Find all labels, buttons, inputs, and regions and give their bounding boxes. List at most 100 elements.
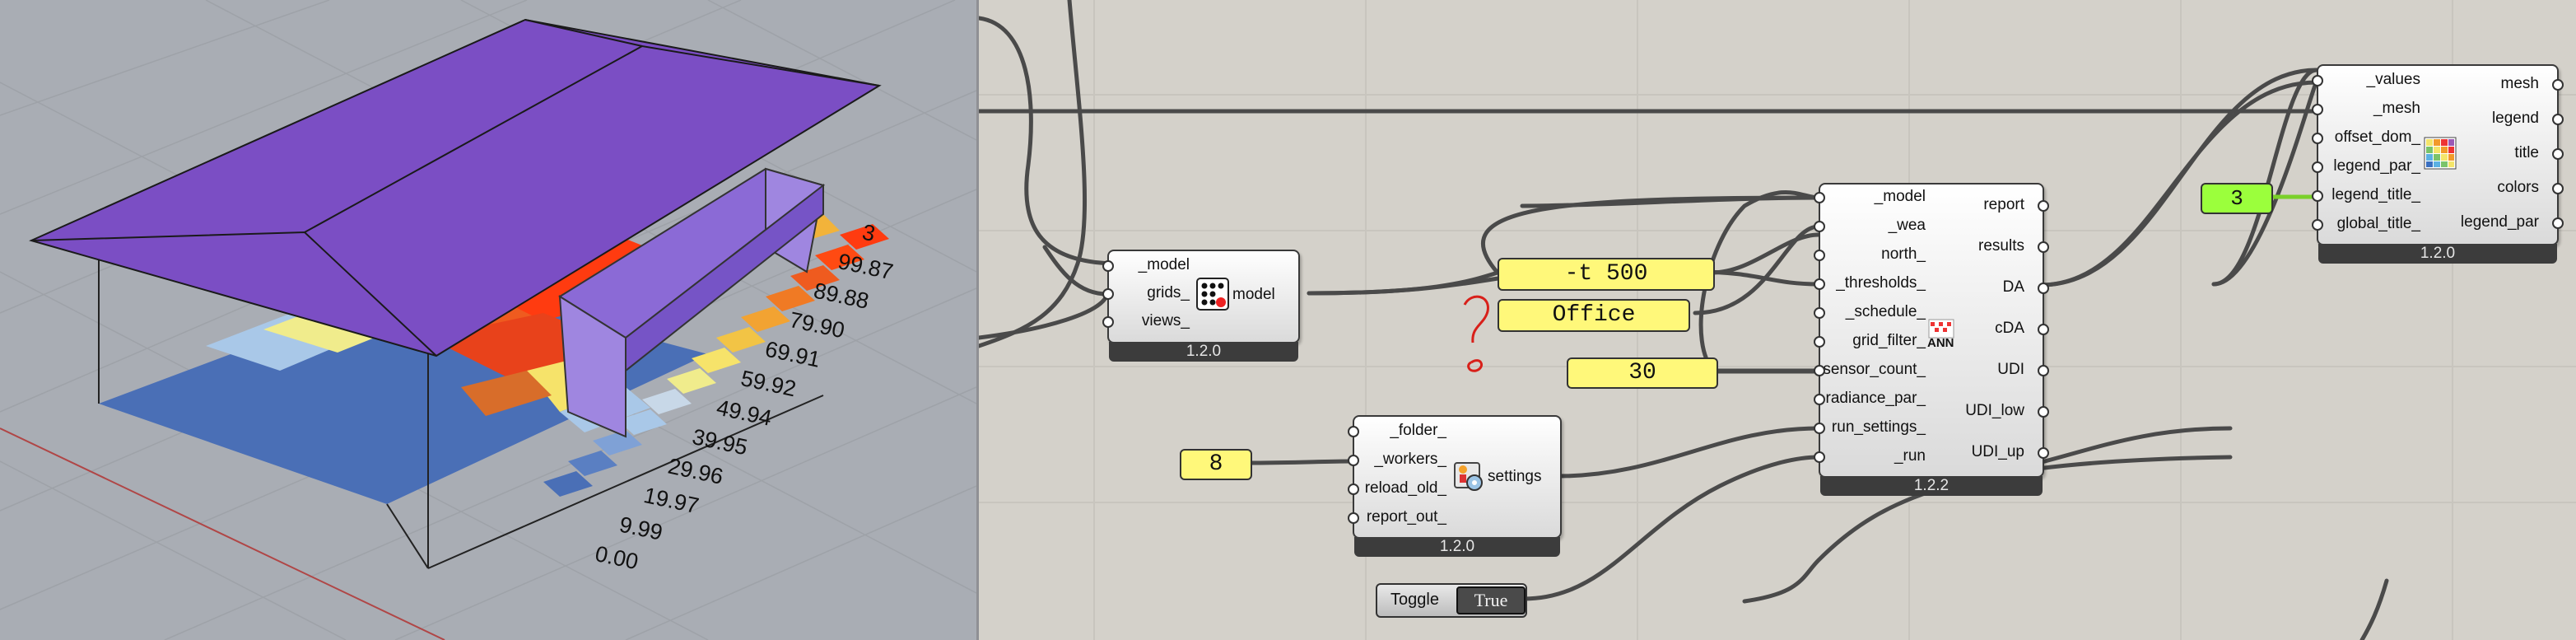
input-param[interactable]: reload_old_ [1354, 479, 1446, 498]
output-grip[interactable] [2038, 200, 2049, 212]
toggle-value[interactable]: True [1456, 586, 1526, 614]
output-param[interactable]: cDA [1995, 320, 2024, 338]
input-grip[interactable] [1814, 250, 1825, 261]
input-grip[interactable] [2312, 219, 2323, 231]
settings-output[interactable]: settings [1488, 468, 1541, 486]
annual-component-version: 1.2.2 [1820, 476, 2043, 496]
wire [1521, 455, 1821, 601]
spatial-heatmap-component[interactable]: _values _mesh offset_dom_ legend_par_ legend… [2312, 64, 2564, 245]
heatmap-grid-icon [2424, 137, 2457, 170]
output-param[interactable]: title [2514, 144, 2539, 162]
input-param[interactable]: _workers_ [1354, 451, 1446, 469]
input-grip[interactable] [1348, 426, 1359, 437]
thresholds-panel[interactable]: -t 500 [1498, 258, 1715, 291]
legend-value-label: 19.97 [641, 483, 701, 518]
output-param[interactable]: UDI [1997, 361, 2024, 379]
output-param[interactable]: report [1983, 196, 2024, 214]
input-param[interactable]: grid_filter_ [1820, 332, 1926, 350]
workers-panel[interactable]: 8 [1180, 449, 1252, 480]
input-grip[interactable] [2312, 133, 2323, 144]
output-param[interactable]: legend [2492, 110, 2539, 128]
input-grip[interactable] [1348, 512, 1359, 524]
output-param[interactable]: UDI_low [1965, 402, 2024, 420]
sensor-count-panel[interactable]: 30 [1567, 357, 1718, 389]
input-param[interactable]: offset_dom_ [2318, 128, 2420, 147]
output-grip[interactable] [2552, 79, 2564, 91]
output-grip[interactable] [2038, 283, 2049, 294]
input-param[interactable]: _values [2318, 71, 2421, 89]
input-grip[interactable] [2312, 75, 2323, 86]
input-grip[interactable] [1814, 336, 1825, 348]
input-grip[interactable] [1814, 221, 1825, 232]
output-grip[interactable] [2552, 183, 2564, 194]
input-param[interactable]: sensor_count_ [1820, 361, 1926, 379]
input-param[interactable]: _model [1820, 188, 1926, 206]
input-grip[interactable] [2312, 161, 2323, 173]
annual-daylight-icon: ANN [1926, 318, 1959, 351]
input-param[interactable]: legend_par_ [2318, 157, 2420, 175]
input-param[interactable]: grids_ [1109, 284, 1190, 302]
output-grip[interactable] [2552, 114, 2564, 125]
input-grip[interactable] [1348, 484, 1359, 495]
output-param[interactable]: mesh [2501, 75, 2539, 93]
input-param[interactable]: _model [1109, 256, 1190, 274]
output-param[interactable]: results [1978, 237, 2024, 255]
input-param[interactable]: report_out_ [1354, 508, 1446, 526]
input-param[interactable]: _mesh [2318, 100, 2420, 118]
output-grip[interactable] [2038, 365, 2049, 376]
output-grip[interactable] [2552, 148, 2564, 160]
input-grip[interactable] [2312, 104, 2323, 115]
rhino-viewport[interactable]: 3 99.87 89.88 79.90 69.91 59.92 49.94 39.95 29.9… [0, 0, 976, 640]
boolean-toggle[interactable]: Toggle True [1376, 583, 1527, 618]
annual-settings-component[interactable]: settings _folder_ _workers_ reload_old_rep… [1348, 415, 1562, 539]
input-grip[interactable] [1348, 455, 1359, 466]
output-grip[interactable] [2552, 217, 2564, 229]
output-grip[interactable] [2038, 406, 2049, 418]
wire [979, 292, 1110, 340]
input-grip[interactable] [1814, 365, 1825, 376]
output-param[interactable]: DA [2003, 278, 2024, 297]
schedule-panel[interactable]: Office [1498, 299, 1690, 332]
input-grip[interactable] [2312, 190, 2323, 202]
input-grip[interactable] [1814, 423, 1825, 434]
input-param[interactable]: legend_title_ [2318, 186, 2420, 204]
output-param[interactable]: colors [2497, 179, 2539, 197]
wire [1246, 459, 1355, 465]
input-param[interactable]: _wea [1820, 217, 1926, 235]
input-grip[interactable] [1814, 192, 1825, 203]
wire [1556, 426, 1821, 479]
toggle-label: Toggle [1390, 591, 1439, 609]
input-param[interactable]: _run [1820, 447, 1926, 465]
annual-daylight-component[interactable]: ANN _model _wea north_ _thresholds_ _schedul… [1814, 183, 2049, 478]
wire [1709, 232, 1821, 275]
output-grip[interactable] [2038, 447, 2049, 459]
input-param[interactable]: _folder_ [1354, 422, 1446, 440]
output-grip[interactable] [2038, 241, 2049, 253]
model-output[interactable]: model [1232, 286, 1275, 304]
input-param[interactable]: radiance_par_ [1820, 390, 1926, 408]
legend-value-label: 0.00 [593, 541, 641, 574]
output-param[interactable]: UDI_up [1972, 443, 2024, 461]
grasshopper-canvas[interactable]: model _model grids_ views_ 1.2.0 settings … [979, 0, 2576, 640]
input-grip[interactable] [1102, 260, 1114, 272]
output-grip[interactable] [2038, 324, 2049, 335]
input-grip[interactable] [1102, 288, 1114, 300]
input-grip[interactable] [1814, 394, 1825, 405]
input-param[interactable]: run_settings_ [1820, 418, 1926, 437]
input-grip[interactable] [1814, 451, 1825, 463]
legend-value-label: 69.91 [763, 337, 822, 372]
number-slider[interactable]: 3 [2201, 183, 2273, 214]
input-grip[interactable] [1102, 316, 1114, 328]
input-param[interactable]: _thresholds_ [1820, 274, 1926, 292]
input-param[interactable]: global_title_ [2318, 215, 2420, 233]
hb-model-to-vis-component[interactable]: model _model grids_ views_ [1102, 250, 1300, 343]
wire [1698, 190, 1821, 374]
legend-component-version: 1.2.0 [2318, 244, 2557, 264]
input-grip[interactable] [1814, 307, 1825, 319]
input-param[interactable]: north_ [1820, 245, 1926, 264]
legend-value-label: 29.96 [666, 454, 725, 489]
input-grip[interactable] [1814, 278, 1825, 290]
output-param[interactable]: legend_par [2461, 213, 2539, 231]
input-param[interactable]: _schedule_ [1820, 303, 1926, 321]
input-param[interactable]: views_ [1109, 312, 1190, 330]
